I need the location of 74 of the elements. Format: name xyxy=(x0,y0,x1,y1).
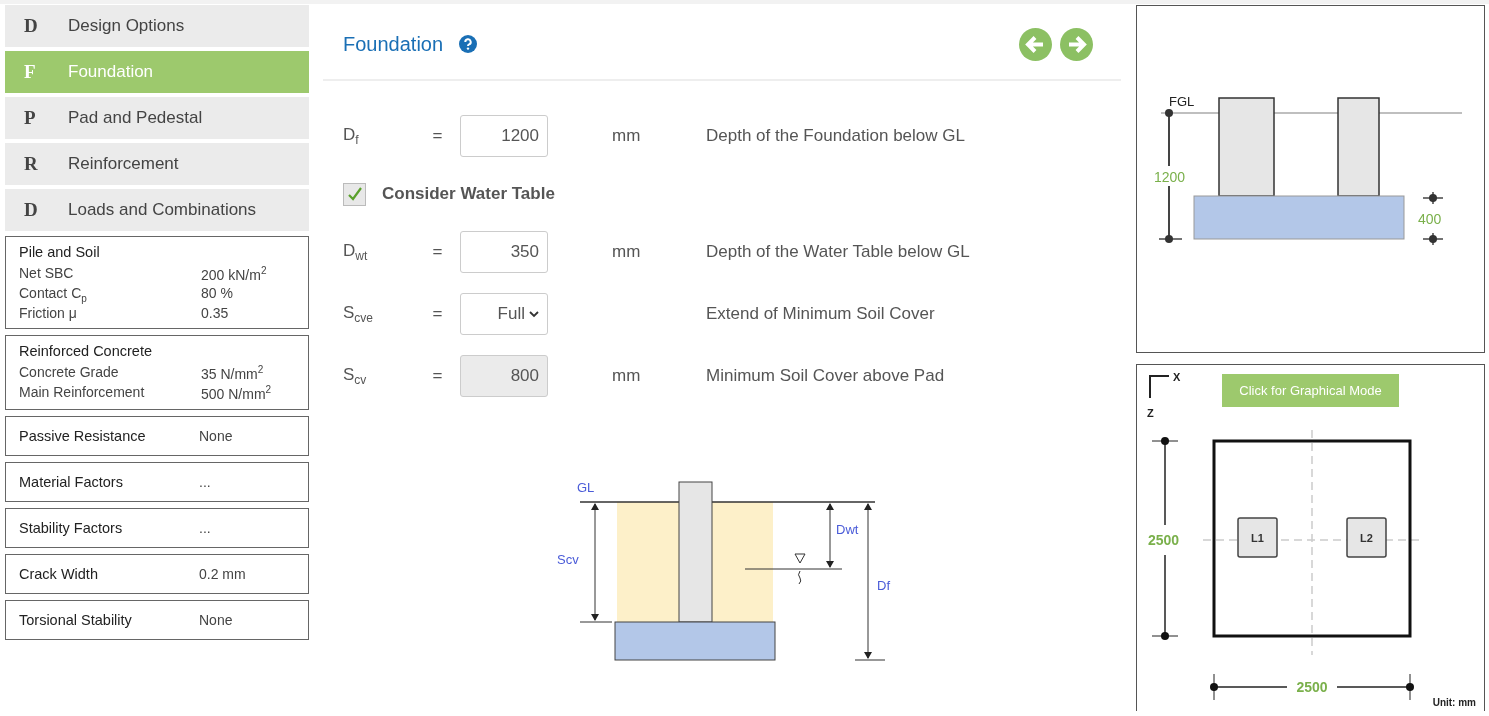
property-value: 500 N/mm$^{2}$ xyxy=(201,384,273,402)
equals-sign: = xyxy=(431,242,444,262)
summary-card[interactable]: Stability Factors ... xyxy=(5,507,309,548)
card-title: Material Factors xyxy=(19,473,124,490)
unit-label: mm xyxy=(612,366,642,386)
number-field[interactable]: 350 xyxy=(460,231,548,273)
card-title: Crack Width xyxy=(19,565,99,582)
dimension-label: 2500 xyxy=(1148,532,1180,548)
nav-item[interactable]: P Pad and Pedestal xyxy=(5,97,309,139)
equals-sign: = xyxy=(431,304,444,324)
nav-item[interactable]: R Reinforcement xyxy=(5,143,309,185)
card-title: Pile and Soil xyxy=(19,244,101,260)
dimension-label: Scv xyxy=(557,552,579,567)
field-description: Extend of Minimum Soil Cover xyxy=(706,304,936,324)
symbol-label: D$_{wt}$ xyxy=(343,240,369,264)
axis-label: Z xyxy=(1147,407,1154,419)
symbol-label: D$_{f}$ xyxy=(343,124,360,148)
checkbox[interactable] xyxy=(343,182,366,206)
column-label: L1 xyxy=(1251,532,1264,544)
field-description: Depth of the Foundation below GL xyxy=(706,126,966,146)
ground-level-label: GL xyxy=(577,480,595,495)
summary-card[interactable]: Passive Resistance None xyxy=(5,415,309,456)
unit-label: mm xyxy=(612,242,642,262)
property-label: Friction μ xyxy=(19,305,78,322)
forward-button[interactable] xyxy=(1060,27,1093,61)
property-value: 35 N/mm$^{2}$ xyxy=(201,364,265,383)
property-label: Contact C$_{p}$ xyxy=(19,284,88,304)
card-title: Passive Resistance xyxy=(19,427,147,444)
unit-label: Unit: mm xyxy=(1432,697,1476,708)
unit-label: mm xyxy=(612,126,642,146)
property-value: 0.35 xyxy=(201,305,230,322)
help-icon[interactable] xyxy=(459,35,478,53)
nav-item[interactable]: D Design Options xyxy=(5,5,309,47)
axis-icon xyxy=(1149,375,1170,399)
summary-card[interactable]: Torsional Stability None xyxy=(5,599,309,640)
symbol-label: S$_{cv}$ xyxy=(343,364,368,388)
property-value: 200 kN/m$^{2}$ xyxy=(201,265,268,283)
card-title: Reinforced Concrete xyxy=(19,343,153,360)
card-title: Stability Factors xyxy=(19,519,124,536)
dimension-label: 1200 xyxy=(1154,169,1186,185)
dimension-label: 2500 xyxy=(1296,679,1328,695)
column-label: L2 xyxy=(1360,532,1373,544)
property-value: None xyxy=(199,427,234,444)
summary-card[interactable]: Crack Width 0.2 mm xyxy=(5,553,309,594)
symbol-label: S$_{cve}$ xyxy=(343,302,375,326)
summary-card[interactable]: Material Factors ... xyxy=(5,461,309,502)
summary-card[interactable]: Reinforced Concrete Concrete Grade 35 N/mm$^{2}$ Main Reinforcement 500 N/mm$^{2}$ xyxy=(5,335,309,410)
property-value: 0.2 mm xyxy=(199,565,247,582)
equals-sign: = xyxy=(431,366,444,386)
nav-item[interactable]: D Loads and Combinations xyxy=(5,189,309,231)
number-field[interactable]: 1200 xyxy=(460,115,548,157)
number-field: 800 xyxy=(460,355,548,397)
back-button[interactable] xyxy=(1019,27,1052,61)
dimension-label: Dwt xyxy=(836,522,859,537)
property-value: 80 % xyxy=(201,284,234,303)
card-title: Torsional Stability xyxy=(19,611,133,628)
dropdown[interactable]: Full xyxy=(460,293,548,335)
property-label: Net SBC xyxy=(19,265,75,283)
axis-label: X xyxy=(1173,371,1181,383)
property-label: Main Reinforcement xyxy=(19,384,146,402)
property-value: ... xyxy=(199,519,212,536)
field-description: Depth of the Water Table below GL xyxy=(706,242,971,262)
chevron-icon xyxy=(529,310,539,318)
ground-level-label: FGL xyxy=(1169,94,1195,109)
summary-card[interactable]: Pile and Soil Net SBC 200 kN/m$^{2}$ Contact C$_{p}$ 80 % Friction μ 0.35 xyxy=(5,236,309,330)
property-label: Concrete Grade xyxy=(19,364,120,383)
dimension-label: 400 xyxy=(1418,211,1442,227)
property-value: ... xyxy=(199,473,212,490)
page-title: Foundation xyxy=(343,32,444,56)
property-value: None xyxy=(199,611,234,628)
dimension-label: Df xyxy=(877,578,890,593)
field-description: Minimum Soil Cover above Pad xyxy=(706,366,946,386)
checkbox-label: Consider Water Table xyxy=(382,184,555,204)
equals-sign: = xyxy=(431,126,444,146)
